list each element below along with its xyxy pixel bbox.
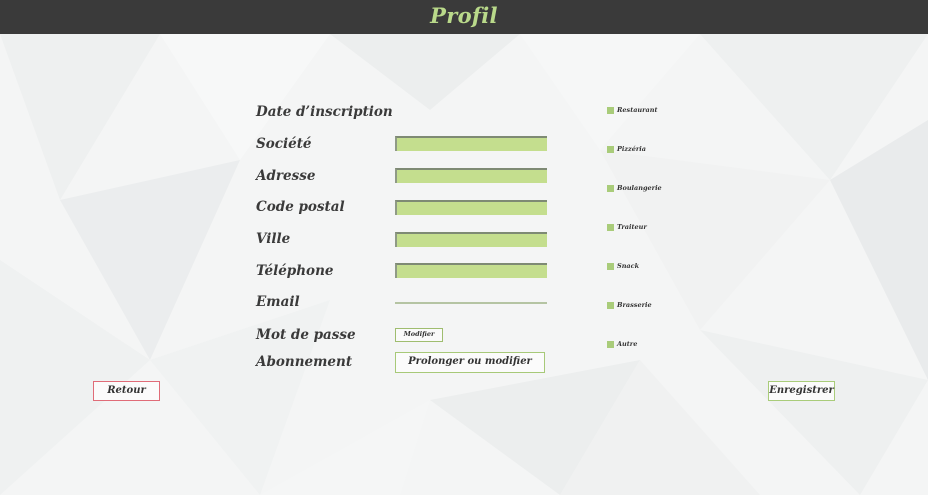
app-header: Profil	[0, 0, 928, 34]
code-postal-field[interactable]	[395, 200, 547, 215]
label-mot-de-passe: Mot de passe	[256, 327, 356, 343]
ville-field[interactable]	[395, 232, 547, 247]
label-date-inscription: Date d’inscription	[256, 104, 393, 120]
checkbox-icon	[607, 223, 614, 231]
checkbox-icon	[607, 184, 614, 192]
category-restaurant[interactable]: Restaurant	[607, 105, 658, 115]
modify-password-button[interactable]: Modifier	[395, 328, 443, 342]
label-ville: Ville	[256, 231, 291, 247]
save-button[interactable]: Enregistrer	[768, 381, 835, 401]
category-boulangerie[interactable]: Boulangerie	[607, 183, 662, 193]
page-title: Profil	[430, 3, 498, 28]
category-snack[interactable]: Snack	[607, 261, 639, 271]
label-abonnement: Abonnement	[256, 354, 353, 370]
category-label: Snack	[617, 262, 640, 270]
label-email: Email	[256, 294, 300, 310]
category-label: Boulangerie	[617, 184, 662, 192]
label-code-postal: Code postal	[256, 199, 345, 215]
societe-field[interactable]	[395, 136, 547, 151]
category-label: Traiteur	[617, 223, 647, 231]
adresse-field[interactable]	[395, 168, 547, 183]
polygon-background	[0, 0, 928, 495]
telephone-field[interactable]	[395, 263, 547, 278]
category-label: Pizzéria	[617, 145, 646, 153]
category-label: Brasserie	[617, 301, 652, 309]
category-label: Autre	[617, 340, 638, 348]
category-brasserie[interactable]: Brasserie	[607, 300, 652, 310]
checkbox-icon	[607, 340, 614, 348]
category-autre[interactable]: Autre	[607, 339, 637, 349]
checkbox-icon	[607, 145, 614, 153]
label-adresse: Adresse	[256, 168, 316, 184]
back-button[interactable]: Retour	[93, 381, 160, 401]
category-pizzeria[interactable]: Pizzéria	[607, 144, 646, 154]
category-label: Restaurant	[617, 106, 658, 114]
email-field[interactable]	[395, 298, 547, 304]
label-societe: Société	[256, 136, 312, 152]
checkbox-icon	[607, 301, 614, 309]
category-traiteur[interactable]: Traiteur	[607, 222, 647, 232]
label-telephone: Téléphone	[256, 263, 334, 279]
checkbox-icon	[607, 262, 614, 270]
checkbox-icon	[607, 106, 614, 114]
subscription-button[interactable]: Prolonger ou modifier	[395, 352, 545, 373]
